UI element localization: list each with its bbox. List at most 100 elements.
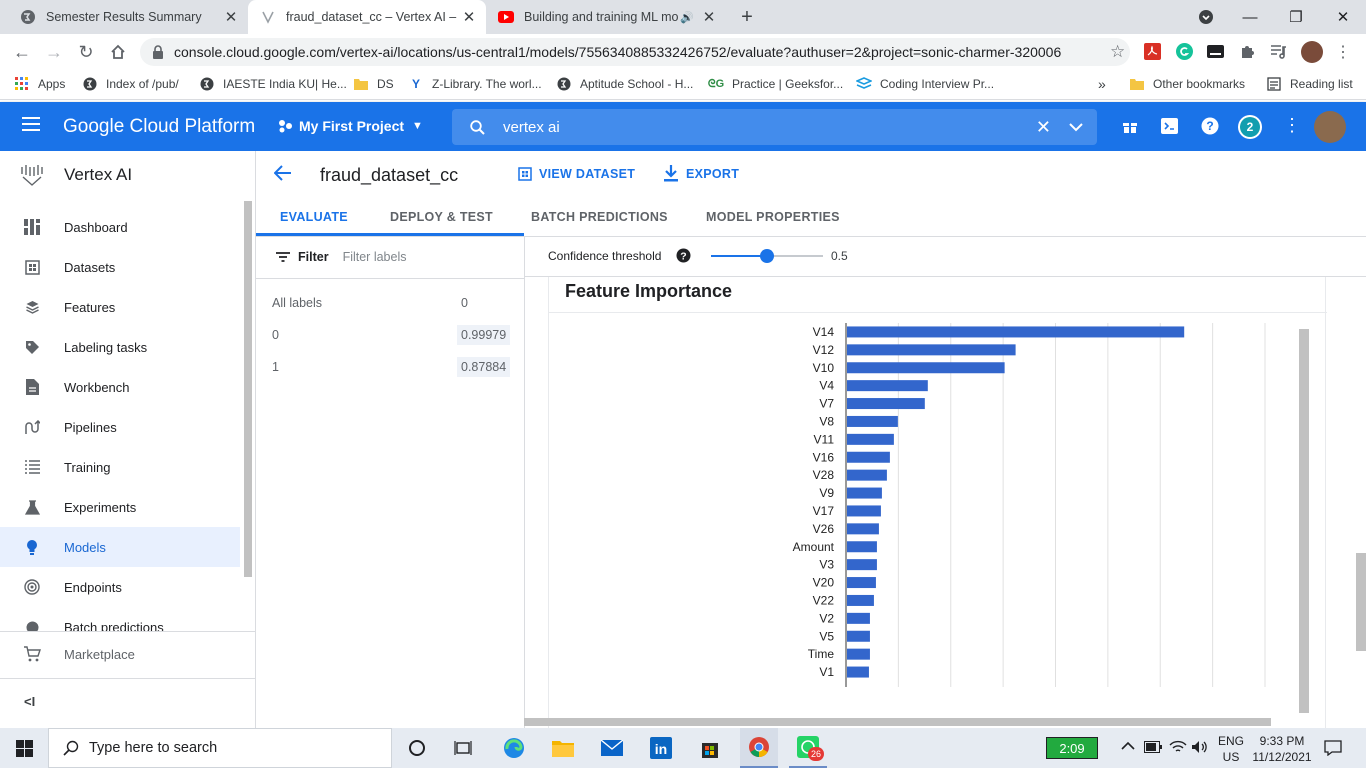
media-control-icon[interactable] — [1270, 44, 1287, 59]
bar-v28[interactable] — [847, 469, 887, 481]
sidebar-item-marketplace[interactable]: Marketplace — [0, 634, 255, 674]
sidebar-item-models[interactable]: Models — [0, 527, 240, 567]
bookmark-index-pub[interactable]: Index of /pub/ — [82, 76, 179, 92]
tab-deploy-test[interactable]: DEPLOY & TEST — [390, 199, 493, 235]
address-bar[interactable]: console.cloud.google.com/vertex-ai/locat… — [140, 38, 1130, 66]
view-dataset-button[interactable]: VIEW DATASET — [518, 167, 635, 181]
chevron-up-icon[interactable] — [1121, 741, 1135, 750]
sidebar-item-workbench[interactable]: Workbench — [0, 367, 240, 407]
bookmark-ds[interactable]: DS — [353, 76, 394, 92]
chart-scrollbar[interactable] — [1299, 329, 1309, 713]
clear-search-icon[interactable]: ✕ — [1036, 117, 1051, 138]
battery-icon[interactable] — [1144, 741, 1162, 753]
help-circle-icon[interactable]: ? — [676, 248, 691, 263]
tab-semester-results[interactable]: Semester Results Summary ✕ — [8, 0, 248, 34]
label-row-1[interactable]: 1 0.87884 — [272, 357, 511, 377]
chrome-icon[interactable] — [740, 728, 778, 768]
wifi-icon[interactable] — [1169, 740, 1187, 754]
sidebar-scrollbar[interactable] — [244, 201, 252, 577]
grammarly-icon[interactable] — [1176, 43, 1193, 60]
search-bar[interactable]: vertex ai ✕ — [452, 109, 1097, 145]
sidebar-item-endpoints[interactable]: Endpoints — [0, 567, 240, 607]
gcp-brand[interactable]: Google Cloud Platform — [63, 116, 255, 138]
back-icon[interactable]: ← — [8, 38, 36, 66]
star-icon[interactable]: ☆ — [1110, 42, 1125, 62]
label-row-0[interactable]: 0 0.99979 — [272, 325, 511, 345]
bar-v20[interactable] — [847, 577, 876, 589]
volume-icon[interactable] — [1191, 740, 1209, 754]
task-view-icon[interactable] — [444, 728, 482, 768]
tab-youtube[interactable]: Building and training ML mo 🔊 ✕ — [486, 0, 726, 34]
maximize-icon[interactable]: ❐ — [1273, 0, 1319, 34]
bookmark-aptitude[interactable]: Aptitude School - H... — [556, 76, 693, 92]
windows-start-icon[interactable] — [0, 728, 48, 768]
chevron-down-icon[interactable] — [1069, 122, 1083, 132]
page-scrollbar[interactable] — [1356, 553, 1366, 651]
bar-v8[interactable] — [847, 415, 898, 427]
mail-icon[interactable] — [593, 728, 631, 768]
bar-v16[interactable] — [847, 451, 890, 463]
speaker-icon[interactable]: 🔊 — [680, 11, 694, 24]
bar-v17[interactable] — [847, 505, 881, 517]
bar-v2[interactable] — [847, 612, 870, 624]
bookmarks-overflow[interactable]: » — [1098, 76, 1106, 92]
notifications-badge[interactable]: 2 — [1238, 115, 1262, 139]
back-arrow-icon[interactable] — [274, 165, 292, 181]
bar-amount[interactable] — [847, 541, 877, 553]
project-selector[interactable]: My First Project ▼ — [278, 118, 423, 134]
cortana-icon[interactable] — [398, 728, 436, 768]
filter-bar[interactable]: Filter Filter labels — [276, 250, 406, 264]
new-tab-icon[interactable]: + — [736, 6, 758, 28]
slider-thumb[interactable] — [760, 249, 774, 263]
close-tab-icon[interactable]: ✕ — [222, 8, 240, 26]
reading-list[interactable]: Reading list — [1266, 76, 1353, 92]
bookmark-apps[interactable]: Apps — [14, 76, 65, 92]
sidebar-item-pipelines[interactable]: Pipelines — [0, 407, 240, 447]
account-avatar[interactable] — [1314, 111, 1346, 143]
bar-time[interactable] — [847, 648, 870, 660]
cloud-shell-icon[interactable] — [1161, 118, 1178, 134]
store-icon[interactable] — [691, 728, 729, 768]
bookmark-geeksforgeeks[interactable]: ᘓG Practice | Geeksfor... — [708, 76, 843, 92]
bar-v26[interactable] — [847, 523, 879, 535]
taskbar-search[interactable]: Type here to search — [48, 728, 392, 768]
pdf-extension-icon[interactable] — [1144, 43, 1161, 60]
home-icon[interactable] — [104, 38, 132, 66]
profile-avatar[interactable] — [1301, 41, 1323, 63]
sidebar-item-dashboard[interactable]: Dashboard — [0, 207, 240, 247]
tab-batch-predictions[interactable]: BATCH PREDICTIONS — [531, 199, 668, 235]
bar-v10[interactable] — [847, 362, 1005, 374]
clock[interactable]: 9:33 PM 11/12/2021 — [1252, 733, 1312, 765]
linkedin-icon[interactable]: in — [642, 728, 680, 768]
puzzle-icon[interactable] — [1239, 43, 1256, 60]
close-tab-icon[interactable]: ✕ — [700, 8, 718, 26]
bookmark-other[interactable]: Other bookmarks — [1129, 76, 1245, 92]
help-icon[interactable]: ? — [1201, 117, 1219, 135]
bookmark-zlibrary[interactable]: Y Z-Library. The worl... — [408, 76, 542, 92]
whatsapp-icon[interactable]: 26 — [789, 728, 827, 768]
bar-v14[interactable] — [847, 326, 1185, 338]
horizontal-scrollbar[interactable] — [524, 718, 1271, 726]
more-vert-icon[interactable]: ⋮ — [1283, 115, 1301, 136]
bar-v3[interactable] — [847, 559, 877, 571]
bookmark-coding-interview[interactable]: Coding Interview Pr... — [856, 76, 994, 92]
battery-timer[interactable]: 2:09 — [1046, 737, 1098, 759]
label-row-all[interactable]: All labels 0 — [272, 296, 508, 310]
gift-icon[interactable] — [1122, 118, 1138, 134]
sidebar-item-experiments[interactable]: Experiments — [0, 487, 240, 527]
file-explorer-icon[interactable] — [544, 728, 582, 768]
hamburger-menu-icon[interactable] — [22, 117, 40, 131]
bar-v11[interactable] — [847, 433, 894, 445]
tab-vertex-ai[interactable]: fraud_dataset_cc – Vertex AI – My ✕ — [248, 0, 486, 34]
sidebar-item-labeling-tasks[interactable]: Labeling tasks — [0, 327, 240, 367]
bookmark-iaeste[interactable]: IAESTE India KU| He... — [199, 76, 347, 92]
reload-icon[interactable]: ↻ — [72, 38, 100, 66]
confidence-slider[interactable] — [711, 249, 823, 263]
filter-input[interactable]: Filter labels — [343, 250, 407, 264]
bar-v4[interactable] — [847, 380, 928, 392]
bar-v9[interactable] — [847, 487, 882, 499]
sidebar-item-datasets[interactable]: Datasets — [0, 247, 240, 287]
sidebar-item-training[interactable]: Training — [0, 447, 240, 487]
sidebar-item-batch-predictions[interactable]: Batch predictions — [0, 607, 240, 631]
menu-dots-icon[interactable]: ⋮ — [1335, 42, 1351, 62]
